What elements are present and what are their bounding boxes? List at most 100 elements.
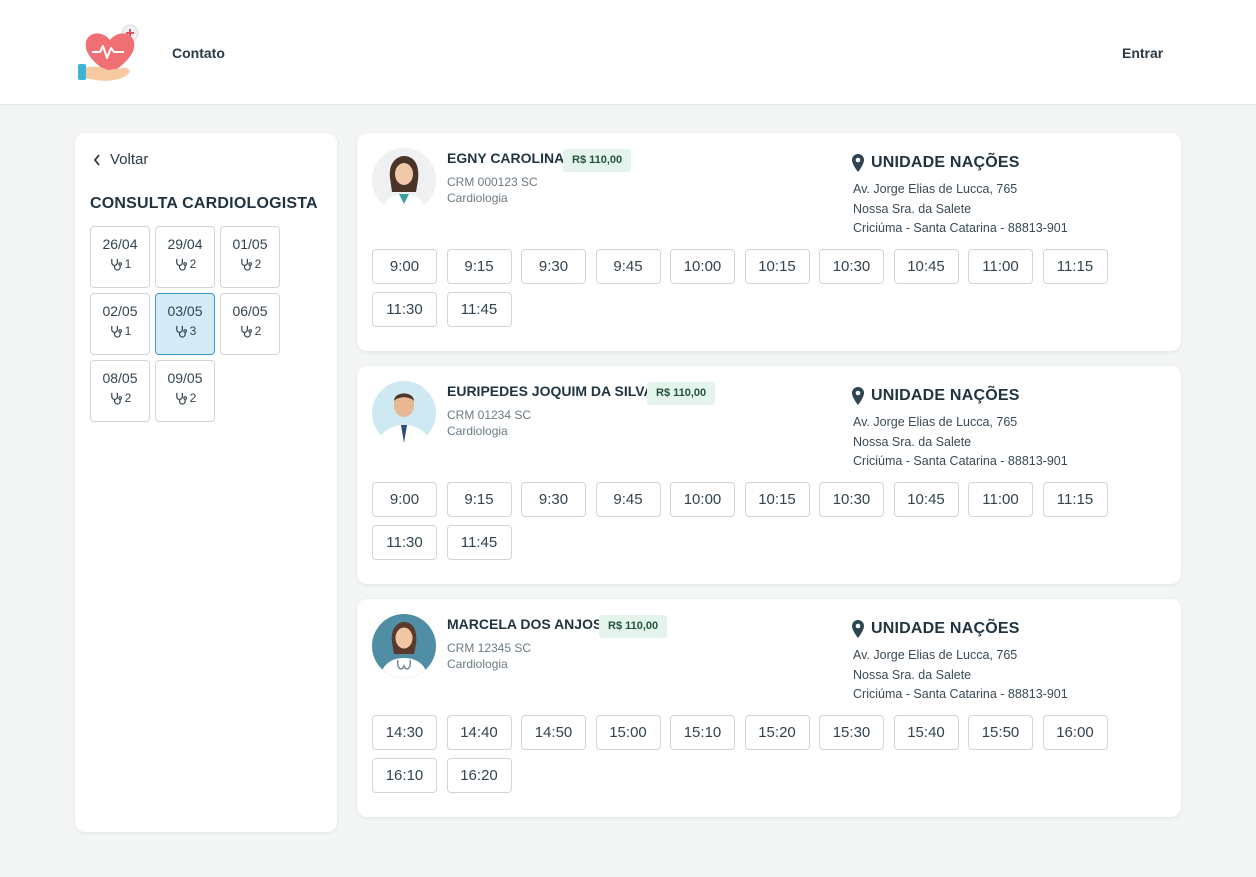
- stethoscope-icon: [175, 325, 187, 338]
- date-option[interactable]: 29/04 2: [155, 226, 215, 288]
- nav-login-link[interactable]: Entrar: [1122, 45, 1163, 61]
- time-slot[interactable]: 15:00: [595, 715, 661, 750]
- doctor-card: EGNY CAROLINA R$ 110,00 CRM 000123 SC Ca…: [357, 133, 1181, 351]
- time-slot[interactable]: 9:15: [446, 249, 512, 284]
- date-sidebar: Voltar CONSULTA CARDIOLOGISTA 26/04 1 29…: [75, 133, 337, 832]
- time-slot[interactable]: 10:00: [670, 249, 735, 284]
- time-slot[interactable]: 9:00: [372, 249, 437, 284]
- date-count: 2: [189, 257, 197, 271]
- doctor-crm: CRM 01234 SC: [447, 408, 532, 422]
- time-slot[interactable]: 16:00: [1042, 715, 1108, 750]
- time-slot[interactable]: 16:20: [446, 758, 512, 793]
- time-slot[interactable]: 15:40: [893, 715, 959, 750]
- date-label: 02/05: [102, 303, 138, 319]
- date-count: 2: [254, 257, 262, 271]
- address-street: Av. Jorge Elias de Lucca, 765: [853, 182, 1018, 196]
- back-button[interactable]: Voltar: [92, 151, 148, 168]
- doctor-name: EGNY CAROLINA: [447, 150, 565, 166]
- address-neighborhood: Nossa Sra. da Salete: [853, 202, 972, 216]
- page-title: CONSULTA CARDIOLOGISTA: [90, 195, 318, 212]
- stethoscope-icon: [110, 392, 122, 405]
- time-slot[interactable]: 10:45: [893, 482, 959, 517]
- doctor-avatar: [372, 614, 436, 678]
- doctor-avatar: [372, 381, 436, 445]
- stethoscope-icon: [110, 258, 122, 271]
- time-slot[interactable]: 16:10: [372, 758, 437, 793]
- price-badge: R$ 110,00: [599, 615, 668, 638]
- time-slot[interactable]: 9:30: [521, 249, 586, 284]
- address-neighborhood: Nossa Sra. da Salete: [853, 435, 972, 449]
- unit-name: UNIDADE NAÇÕES: [871, 620, 1020, 637]
- time-slot[interactable]: 14:30: [372, 715, 437, 750]
- address-city: Criciúma - Santa Catarina - 88813-901: [853, 221, 1068, 235]
- date-count: 3: [189, 324, 197, 338]
- time-slot[interactable]: 10:45: [893, 249, 959, 284]
- doctor-crm: CRM 000123 SC: [447, 175, 538, 189]
- time-slot[interactable]: 15:30: [819, 715, 884, 750]
- time-slot[interactable]: 10:15: [744, 249, 810, 284]
- date-label: 26/04: [102, 236, 138, 252]
- time-slot[interactable]: 10:00: [670, 482, 735, 517]
- time-slot[interactable]: 11:00: [968, 249, 1033, 284]
- heart-in-hand-icon[interactable]: [78, 22, 142, 84]
- doctor-crm: CRM 12345 SC: [447, 641, 532, 655]
- time-slot[interactable]: 11:00: [968, 482, 1033, 517]
- address-street: Av. Jorge Elias de Lucca, 765: [853, 415, 1018, 429]
- date-option-selected[interactable]: 03/05 3: [155, 293, 215, 355]
- date-label: 09/05: [167, 370, 203, 386]
- time-slot[interactable]: 15:20: [744, 715, 810, 750]
- unit-heading: UNIDADE NAÇÕES: [852, 154, 1020, 172]
- time-slot[interactable]: 10:30: [819, 249, 884, 284]
- date-count: 2: [254, 324, 262, 338]
- date-option[interactable]: 08/05 2: [90, 360, 150, 422]
- time-slot[interactable]: 14:40: [446, 715, 512, 750]
- date-option[interactable]: 01/05 2: [220, 226, 280, 288]
- time-slot[interactable]: 9:45: [595, 249, 661, 284]
- unit-heading: UNIDADE NAÇÕES: [852, 620, 1020, 638]
- doctor-name: MARCELA DOS ANJOS: [447, 616, 603, 632]
- time-slot[interactable]: 11:45: [446, 525, 512, 560]
- date-option[interactable]: 02/05 1: [90, 293, 150, 355]
- top-navbar: Contato Entrar: [0, 0, 1256, 105]
- time-slot[interactable]: 11:15: [1042, 249, 1108, 284]
- nav-contact-link[interactable]: Contato: [172, 45, 225, 61]
- doctor-card: EURIPEDES JOQUIM DA SILVA R$ 110,00 CRM …: [357, 366, 1181, 584]
- time-slot[interactable]: 11:45: [446, 292, 512, 327]
- time-slot[interactable]: 10:30: [819, 482, 884, 517]
- time-slot[interactable]: 11:30: [372, 292, 437, 327]
- address-neighborhood: Nossa Sra. da Salete: [853, 668, 972, 682]
- time-slot[interactable]: 15:10: [670, 715, 735, 750]
- location-pin-icon: [852, 387, 864, 405]
- time-slot[interactable]: 9:15: [446, 482, 512, 517]
- date-label: 06/05: [232, 303, 268, 319]
- address-city: Criciúma - Santa Catarina - 88813-901: [853, 687, 1068, 701]
- date-option[interactable]: 06/05 2: [220, 293, 280, 355]
- time-slot[interactable]: 15:50: [968, 715, 1033, 750]
- date-label: 29/04: [167, 236, 203, 252]
- doctor-name: EURIPEDES JOQUIM DA SILVA: [447, 383, 654, 399]
- back-label: Voltar: [110, 151, 149, 168]
- time-slot[interactable]: 14:50: [521, 715, 586, 750]
- unit-name: UNIDADE NAÇÕES: [871, 387, 1020, 404]
- time-slot[interactable]: 11:30: [372, 525, 437, 560]
- time-slot[interactable]: 9:45: [595, 482, 661, 517]
- date-label: 03/05: [167, 303, 203, 319]
- date-count: 2: [189, 391, 197, 405]
- location-pin-icon: [852, 154, 864, 172]
- stethoscope-icon: [110, 325, 122, 338]
- date-option[interactable]: 26/04 1: [90, 226, 150, 288]
- address-city: Criciúma - Santa Catarina - 88813-901: [853, 454, 1068, 468]
- time-slot[interactable]: 9:30: [521, 482, 586, 517]
- date-count: 1: [124, 257, 132, 271]
- time-slot[interactable]: 10:15: [744, 482, 810, 517]
- doctor-avatar: [372, 148, 436, 212]
- price-badge: R$ 110,00: [647, 382, 716, 405]
- time-slot[interactable]: 9:00: [372, 482, 437, 517]
- stethoscope-icon: [175, 392, 187, 405]
- date-option[interactable]: 09/05 2: [155, 360, 215, 422]
- stethoscope-icon: [240, 325, 252, 338]
- time-slot[interactable]: 11:15: [1042, 482, 1108, 517]
- unit-name: UNIDADE NAÇÕES: [871, 154, 1020, 171]
- stethoscope-icon: [175, 258, 187, 271]
- doctor-card: MARCELA DOS ANJOS R$ 110,00 CRM 12345 SC…: [357, 599, 1181, 817]
